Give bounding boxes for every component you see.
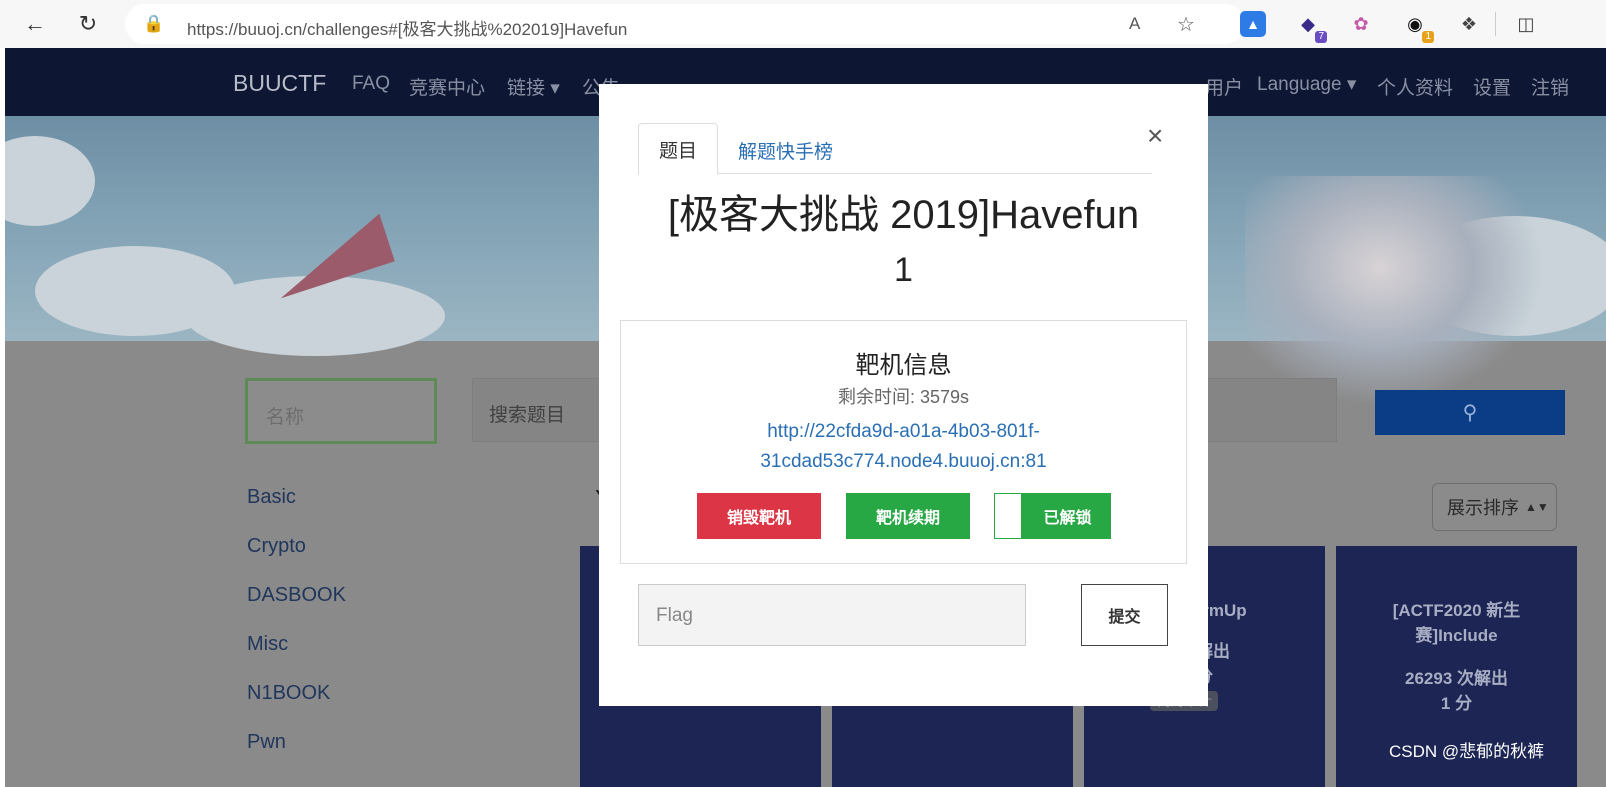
category-n1book[interactable]: N1BOOK bbox=[247, 682, 330, 705]
cloud bbox=[185, 276, 445, 356]
site-brand[interactable]: BUUCTF bbox=[233, 70, 326, 97]
card-solves: 26293 次解出 bbox=[1405, 669, 1508, 688]
nav-users[interactable]: 用户 bbox=[1205, 73, 1243, 100]
name-placeholder: 名称 bbox=[266, 407, 305, 428]
challenge-modal: × 题目 解题快手榜 [极客大挑战 2019]Havefun 1 靶机信息 剩余… bbox=[599, 84, 1208, 706]
nav-links[interactable]: 链接 ▾ bbox=[507, 73, 560, 100]
nav-competitions[interactable]: 竞赛中心 bbox=[409, 73, 485, 100]
category-pwn[interactable]: Pwn bbox=[247, 731, 286, 754]
caret-down-icon: ▾ bbox=[1346, 74, 1357, 95]
tab-leaderboard[interactable]: 解题快手榜 bbox=[738, 137, 833, 164]
remaining-time: 剩余时间: 3579s bbox=[837, 387, 970, 407]
brain-icon[interactable]: ✿ bbox=[1348, 11, 1374, 37]
nav-faq[interactable]: FAQ bbox=[352, 73, 390, 95]
refresh-icon[interactable]: ↻ bbox=[73, 9, 103, 39]
watermark: CSDN @悲郁的秋裤 bbox=[1389, 742, 1545, 761]
unlock-toggle[interactable]: 已解锁 bbox=[994, 493, 1111, 539]
target-info-title: 靶机信息 bbox=[855, 352, 952, 379]
name-search-input[interactable]: 名称 bbox=[245, 378, 437, 444]
star-icon[interactable]: ☆ bbox=[1177, 12, 1195, 37]
lock-icon[interactable]: 🔒 bbox=[143, 14, 164, 34]
extension-badge: 1 bbox=[1422, 31, 1434, 43]
challenge-points: 1 bbox=[894, 251, 913, 289]
split-screen-icon[interactable]: ◫ bbox=[1513, 11, 1539, 37]
challenge-title: [极客大挑战 2019]Havefun 1 bbox=[619, 188, 1188, 298]
target-url-link[interactable]: http://22cfda9d-a01a-4b03-801f- 31cdad53… bbox=[621, 417, 1186, 477]
card-score: 1 分 bbox=[1440, 694, 1473, 713]
nav-language-label: Language bbox=[1257, 74, 1342, 95]
nav-settings[interactable]: 设置 bbox=[1473, 73, 1511, 100]
address-bar[interactable]: 🔒 https://buuoj.cn/challenges#[极客大挑战%202… bbox=[125, 4, 1245, 44]
extension-icon[interactable]: ◆ 7 bbox=[1295, 11, 1327, 43]
query-placeholder: 搜索题目 bbox=[489, 405, 566, 426]
url-text: https://buuoj.cn/challenges#[极客大挑战%20201… bbox=[187, 20, 628, 39]
sort-caret-icon: ▲▼ bbox=[1525, 500, 1549, 514]
nav-profile[interactable]: 个人资料 bbox=[1377, 73, 1453, 100]
nav-links-label: 链接 bbox=[507, 78, 546, 99]
target-info-panel: 靶机信息 剩余时间: 3579s http://22cfda9d-a01a-4b… bbox=[620, 320, 1187, 564]
nav-language[interactable]: Language ▾ bbox=[1257, 73, 1356, 96]
modal-tabs: 题目 解题快手榜 bbox=[638, 123, 1152, 175]
flag-input[interactable]: Flag bbox=[638, 584, 1026, 646]
browser-toolbar: ← ↻ 🔒 https://buuoj.cn/challenges#[极客大挑战… bbox=[0, 0, 1606, 48]
divider bbox=[1495, 12, 1496, 36]
flag-placeholder: Flag bbox=[656, 605, 693, 626]
toggle-label: 已解锁 bbox=[1043, 510, 1092, 527]
submit-button[interactable]: 提交 bbox=[1081, 584, 1168, 646]
category-basic[interactable]: Basic bbox=[247, 486, 296, 509]
search-button[interactable]: ⚲ bbox=[1375, 390, 1565, 435]
sort-dropdown[interactable]: 展示排序 ▲▼ bbox=[1432, 483, 1557, 531]
target-url-line: http://22cfda9d-a01a-4b03-801f- bbox=[767, 421, 1040, 442]
toggle-knob bbox=[995, 494, 1021, 538]
category-misc[interactable]: Misc bbox=[247, 633, 288, 656]
category-crypto[interactable]: Crypto bbox=[247, 535, 306, 558]
sort-label: 展示排序 bbox=[1447, 498, 1519, 518]
extension-icon[interactable]: ◉ 1 bbox=[1402, 11, 1434, 43]
caret-down-icon: ▾ bbox=[550, 78, 560, 99]
cloud bbox=[5, 136, 95, 226]
renew-target-button[interactable]: 靶机续期 bbox=[846, 493, 970, 539]
read-aloud-icon[interactable]: A bbox=[1129, 14, 1140, 34]
extension-icon[interactable]: ▲ bbox=[1240, 11, 1266, 37]
category-dasbook[interactable]: DASBOOK bbox=[247, 584, 346, 607]
destroy-target-button[interactable]: 销毁靶机 bbox=[697, 493, 821, 539]
anime-character-illustration bbox=[1245, 176, 1545, 406]
search-icon: ⚲ bbox=[1462, 402, 1478, 424]
challenge-name: [极客大挑战 2019]Havefun bbox=[667, 193, 1140, 237]
nav-logout[interactable]: 注销 bbox=[1531, 73, 1569, 100]
target-url-line: 31cdad53c774.node4.buuoj.cn:81 bbox=[760, 451, 1047, 472]
puzzle-icon[interactable]: ❖ bbox=[1456, 11, 1482, 37]
extension-badge: 7 bbox=[1315, 31, 1327, 43]
card-title: [ACTF2020 新生赛]Include bbox=[1392, 601, 1521, 645]
tab-challenge[interactable]: 题目 bbox=[638, 123, 718, 175]
arrow-left-icon[interactable]: ← bbox=[20, 9, 50, 39]
